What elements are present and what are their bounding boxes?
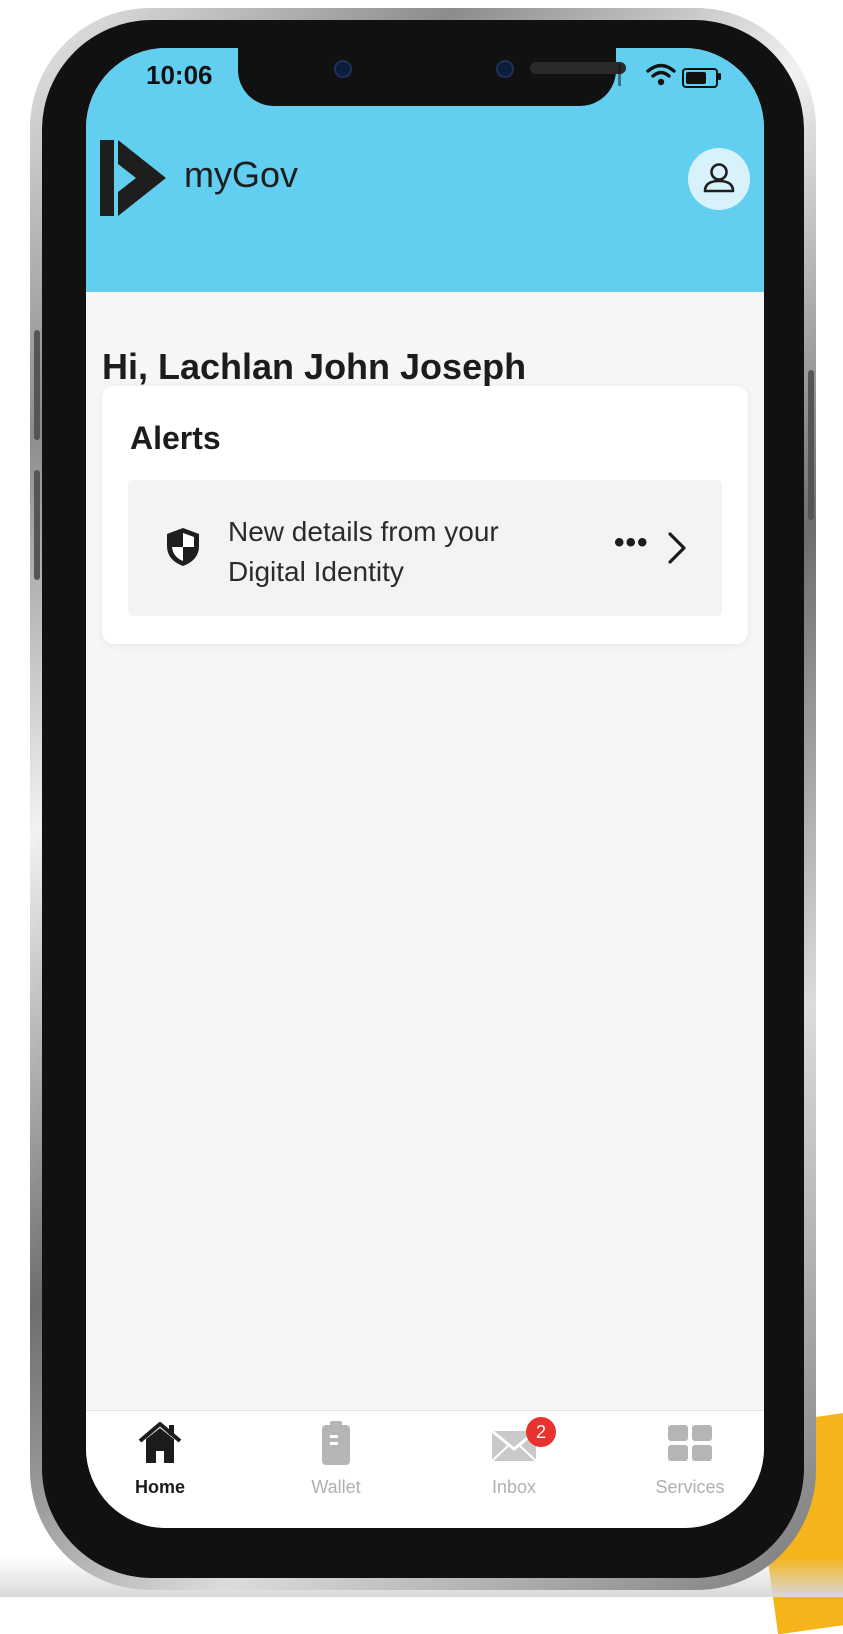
status-time: 10:06: [146, 60, 213, 90]
more-options-icon[interactable]: •••: [614, 526, 649, 560]
tab-home-label: Home: [134, 1477, 185, 1497]
tab-inbox-label: Inbox: [491, 1477, 537, 1497]
bottom-tab-bar: Home Wallet 2 Inbox Services: [86, 1410, 764, 1528]
battery-icon: [682, 68, 718, 88]
power-button: [808, 370, 814, 520]
brand-name: myGov: [184, 154, 299, 195]
tab-services[interactable]: Services: [630, 1411, 750, 1528]
content-corner: [86, 292, 764, 332]
mygov-logo-icon: [100, 140, 166, 216]
app-header: 10:06 myGov: [86, 48, 764, 292]
battery-tip: [718, 73, 721, 80]
alert-text: New details from your Digital Identity: [228, 516, 499, 587]
volume-up-button: [34, 330, 40, 440]
phone-screen: 10:06 myGov Hi, Lachlan John Joseph Aler…: [86, 48, 764, 1528]
status-icons: [618, 62, 748, 92]
inbox-badge: 2: [526, 1417, 556, 1447]
shield-icon: [167, 528, 199, 566]
tab-services-label: Services: [655, 1477, 725, 1497]
speaker: [530, 62, 626, 74]
alerts-card: Alerts New details from your Digital Ide…: [102, 386, 748, 644]
tab-wallet[interactable]: Wallet: [276, 1411, 396, 1528]
user-icon: [703, 163, 735, 193]
volume-down-button: [34, 470, 40, 580]
grid-icon: [668, 1425, 712, 1461]
profile-button[interactable]: [688, 148, 750, 210]
alerts-heading: Alerts: [130, 420, 221, 456]
signal-icon: [618, 64, 621, 86]
tab-inbox[interactable]: 2 Inbox: [454, 1411, 574, 1528]
wallet-icon: [322, 1421, 350, 1465]
notch: [238, 48, 626, 106]
sensor-icon: [496, 60, 514, 78]
chevron-right-icon[interactable]: [666, 530, 688, 566]
camera-icon: [334, 60, 352, 78]
wifi-icon: [646, 63, 676, 86]
greeting-heading: Hi, Lachlan John Joseph: [102, 346, 527, 387]
home-icon: [138, 1422, 182, 1463]
alert-item[interactable]: New details from your Digital Identity •…: [128, 480, 722, 616]
tab-home[interactable]: Home: [100, 1411, 220, 1528]
tab-wallet-label: Wallet: [311, 1477, 361, 1497]
